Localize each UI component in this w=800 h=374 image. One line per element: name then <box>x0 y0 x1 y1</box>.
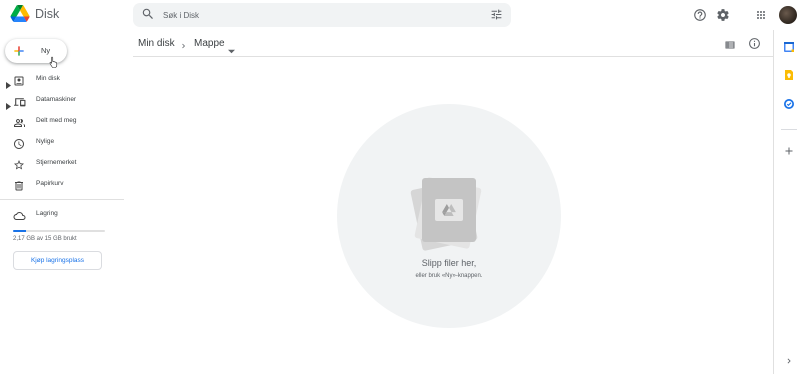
side-panel-divider <box>773 30 774 374</box>
tasks-icon[interactable] <box>780 95 798 113</box>
breadcrumb-root[interactable]: Min disk <box>138 38 175 49</box>
info-icon[interactable] <box>748 37 761 55</box>
storage-progress-bar <box>13 230 105 232</box>
tune-icon[interactable] <box>490 8 503 26</box>
gear-icon[interactable] <box>714 6 732 24</box>
empty-state-title: Slipp filer her, <box>421 258 477 268</box>
sidebar-item-papirkurv[interactable]: Papirkurv <box>0 175 124 195</box>
apps-grid-icon[interactable] <box>752 6 770 24</box>
clock-icon <box>13 137 25 155</box>
list-view-icon[interactable] <box>724 38 736 56</box>
sidebar-item-label: Min disk <box>36 75 60 82</box>
search-bar[interactable] <box>133 3 511 27</box>
search-input[interactable] <box>163 3 463 27</box>
trash-icon <box>13 179 25 197</box>
sidebar-item-label: Stjernemerket <box>36 159 77 166</box>
chevron-right-icon[interactable] <box>780 352 798 370</box>
top-bar: Disk <box>0 0 800 30</box>
people-icon <box>13 116 26 134</box>
cloud-icon <box>13 209 26 227</box>
drive-logo[interactable]: Disk <box>10 5 59 22</box>
drive-icon <box>13 74 25 92</box>
app-name: Disk <box>35 6 60 21</box>
drive-placeholder-icon <box>435 199 463 221</box>
sidebar-item-datamaskiner[interactable]: Datamaskiner <box>0 91 124 111</box>
sidebar-item-delt-med-meg[interactable]: Delt med meg <box>0 112 124 132</box>
document-front-illustration <box>422 178 476 242</box>
help-icon[interactable] <box>691 6 709 24</box>
plus-icon <box>12 44 26 63</box>
sidebar-item-label: Datamaskiner <box>36 96 77 103</box>
toolbar-divider <box>133 56 773 57</box>
sidebar-item-min-disk[interactable]: Min disk <box>0 70 124 90</box>
buy-storage-button[interactable]: Kjøp lagringsplass <box>13 251 102 270</box>
drive-logo-icon <box>10 5 30 22</box>
sidebar-item-label: Papirkurv <box>36 180 64 187</box>
side-panel-separator <box>781 129 797 130</box>
chevron-right-icon <box>179 39 188 57</box>
calendar-icon[interactable] <box>780 38 798 56</box>
sidebar-item-stjernemerket[interactable]: Stjernemerket <box>0 154 124 174</box>
sidebar-item-nylige[interactable]: Nylige <box>0 133 124 153</box>
empty-state-subtitle: eller bruk «Ny»-knappen. <box>415 273 483 279</box>
breadcrumb-current-folder[interactable]: Mappe <box>194 38 225 49</box>
sidebar-divider <box>0 199 124 200</box>
computer-icon <box>13 95 26 113</box>
sidebar-item-label: Delt med meg <box>36 117 77 124</box>
star-icon <box>13 158 25 176</box>
sidebar-item-label: Nylige <box>36 138 55 145</box>
sidebar-item-lagring[interactable]: Lagring <box>0 206 124 224</box>
storage-progress-fill <box>13 230 27 232</box>
sidebar-item-label: Lagring <box>36 210 58 217</box>
search-icon[interactable] <box>141 7 155 26</box>
keep-icon[interactable] <box>780 66 798 84</box>
new-button-label: Ny <box>41 46 51 55</box>
storage-usage-text: 2,17 GB av 15 GB brukt <box>13 236 77 242</box>
avatar[interactable] <box>779 6 797 24</box>
add-addon-icon[interactable] <box>780 142 798 160</box>
